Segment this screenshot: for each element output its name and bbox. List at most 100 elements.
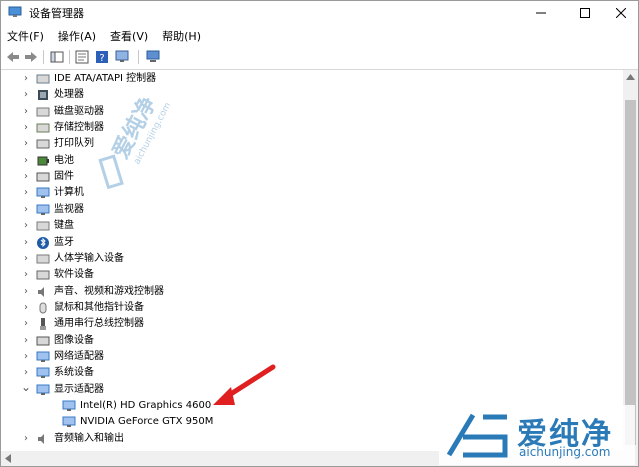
chevron-right-icon[interactable]: ›: [21, 302, 31, 314]
help-icon: ?: [96, 51, 108, 64]
tree-category-item[interactable]: › 电池: [1, 153, 621, 169]
menu-file[interactable]: 文件(F): [1, 28, 51, 44]
tree-item-label: 固件: [54, 171, 74, 183]
tree-item-label: 音频输入和输出: [54, 432, 124, 444]
tree-item-label: 鼠标和其他指针设备: [54, 301, 144, 313]
scroll-left-icon[interactable]: [5, 454, 11, 463]
tree-category-item[interactable]: › 键盘: [1, 218, 621, 234]
tree-category-item[interactable]: › 网络适配器: [1, 349, 621, 365]
tree-item-label: 声音、视频和游戏控制器: [54, 285, 164, 297]
chevron-right-icon[interactable]: ›: [21, 187, 31, 199]
close-button[interactable]: [599, 1, 639, 25]
vertical-scrollbar[interactable]: [623, 70, 638, 451]
scroll-up-icon[interactable]: [626, 74, 635, 80]
tree-category-item[interactable]: › 通用串行总线控制器: [1, 316, 621, 332]
chevron-right-icon[interactable]: ›: [21, 73, 31, 85]
tree-item-label: 图像设备: [54, 334, 94, 346]
tree-item-label: 键盘: [54, 220, 74, 232]
chevron-right-icon[interactable]: ›: [21, 220, 31, 232]
tree-item-label: 人体学输入设备: [54, 252, 124, 264]
watermark-logo: 爱纯净 aichunjing.com: [439, 405, 635, 465]
chevron-right-icon[interactable]: ›: [21, 286, 31, 298]
watermark-logo-icon: [446, 413, 508, 458]
minimize-icon: [536, 12, 546, 14]
menu-help[interactable]: 帮助(H): [155, 28, 208, 44]
toolbar-separator: [69, 50, 70, 64]
tree-category-item[interactable]: › IDE ATA/ATAPI 控制器: [1, 71, 621, 87]
chevron-right-icon[interactable]: ›: [21, 122, 31, 134]
chevron-right-icon[interactable]: ›: [21, 367, 31, 379]
chevron-right-icon[interactable]: ›: [21, 171, 31, 183]
properties-icon: [75, 50, 89, 64]
tree-category-item[interactable]: › 蓝牙: [1, 235, 621, 251]
tree-item-label: 显示适配器: [54, 383, 104, 395]
device-manager-window: 设备管理器 文件(F) 操作(A) 查看(V) 帮助(H) ? › IDE AT…: [0, 0, 639, 467]
scan-monitor-icon: [146, 50, 160, 62]
tree-category-item[interactable]: › 图像设备: [1, 333, 621, 349]
chevron-right-icon[interactable]: ›: [21, 351, 31, 363]
tree-category-item[interactable]: › 固件: [1, 169, 621, 185]
disk-drive-icon: [36, 107, 50, 117]
chevron-down-icon[interactable]: ⌄: [21, 381, 31, 393]
firmware-icon: [36, 172, 50, 182]
chevron-right-icon[interactable]: ›: [21, 204, 31, 216]
system-device-icon: [36, 367, 50, 379]
tree-item-label: 处理器: [54, 89, 84, 101]
tree-category-item[interactable]: › 打印队列: [1, 136, 621, 152]
tree-item-label: NVIDIA GeForce GTX 950M: [80, 416, 214, 428]
tree-category-item[interactable]: › 监视器: [1, 202, 621, 218]
computer-icon: [36, 187, 50, 199]
console-tree-icon: [50, 51, 64, 63]
tree-category-item[interactable]: › 鼠标和其他指针设备: [1, 300, 621, 316]
tree-category-item[interactable]: › 人体学输入设备: [1, 251, 621, 267]
tree-category-item[interactable]: ⌄ 显示适配器: [1, 381, 621, 398]
update-driver-button[interactable]: [113, 48, 131, 66]
software-device-icon: [36, 270, 50, 280]
chevron-right-icon[interactable]: ›: [21, 237, 31, 249]
tree-item-label: 网络适配器: [54, 350, 104, 362]
bluetooth-icon: [37, 236, 49, 249]
scan-hardware-button[interactable]: [144, 48, 162, 66]
tree-item-label: 通用串行总线控制器: [54, 318, 144, 330]
tree-category-item[interactable]: › 计算机: [1, 185, 621, 201]
forward-button[interactable]: [22, 48, 40, 66]
tree-category-item[interactable]: › 磁盘驱动器: [1, 104, 621, 120]
chevron-right-icon[interactable]: ›: [21, 138, 31, 150]
tree-item-label: Intel(R) HD Graphics 4600: [80, 400, 212, 411]
menu-view[interactable]: 查看(V): [103, 28, 155, 44]
display-adapter-icon: [36, 384, 50, 395]
chevron-right-icon[interactable]: ›: [21, 106, 31, 118]
help-button[interactable]: ?: [93, 48, 111, 66]
audio-io-icon: [38, 433, 44, 444]
chevron-right-icon[interactable]: ›: [21, 253, 31, 265]
close-icon: [616, 8, 626, 18]
chevron-right-icon[interactable]: ›: [21, 89, 31, 101]
tree-category-item[interactable]: › 处理器: [1, 87, 621, 103]
device-tree: › IDE ATA/ATAPI 控制器 › 处理器 › 磁盘驱动器 › 存储控制器 › 打印队列 ›…: [1, 71, 623, 449]
vertical-scroll-thumb[interactable]: [625, 100, 636, 445]
maximize-icon: [580, 8, 590, 18]
display-adapter-icon: [62, 400, 76, 411]
chevron-right-icon[interactable]: ›: [21, 269, 31, 281]
sound-icon: [38, 286, 44, 297]
properties-button[interactable]: [73, 48, 91, 66]
keyboard-icon: [36, 221, 50, 231]
tree-category-item[interactable]: › 软件设备: [1, 267, 621, 283]
minimize-button[interactable]: [519, 1, 563, 25]
chevron-right-icon[interactable]: ›: [21, 433, 31, 445]
chevron-right-icon[interactable]: ›: [21, 335, 31, 347]
menu-action[interactable]: 操作(A): [51, 28, 103, 44]
forward-arrow-icon: [25, 52, 37, 62]
chevron-right-icon[interactable]: ›: [21, 155, 31, 167]
tree-item-label: 蓝牙: [54, 236, 74, 248]
tree-category-item[interactable]: › 存储控制器: [1, 120, 621, 136]
show-hide-console-tree-button[interactable]: [48, 48, 66, 66]
tree-category-item[interactable]: › 系统设备: [1, 365, 621, 381]
tree-category-item[interactable]: › 声音、视频和游戏控制器: [1, 284, 621, 300]
battery-icon: [37, 156, 49, 166]
back-arrow-icon: [7, 52, 19, 62]
chevron-right-icon[interactable]: ›: [21, 318, 31, 330]
back-button[interactable]: [4, 48, 22, 66]
network-adapter-icon: [36, 351, 50, 362]
device-manager-app-icon: [8, 6, 22, 17]
